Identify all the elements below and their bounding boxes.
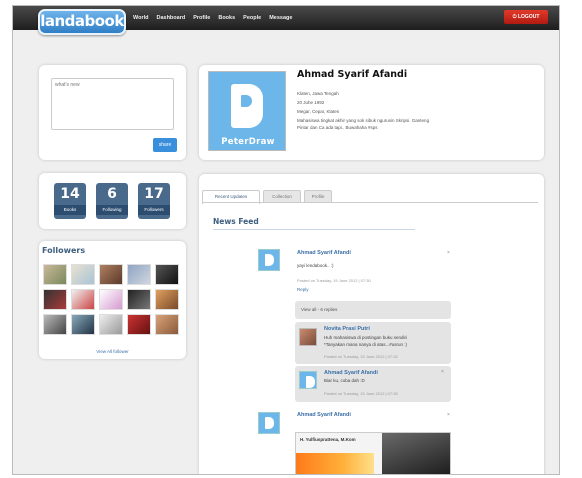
stat-books-label: Books <box>54 205 86 215</box>
post-text: yayi lendabook.. :) <box>297 263 334 268</box>
post-image-caption: H. Yulfiusprattena, M.Kom <box>300 437 356 442</box>
reply-text-line-1: Huh mahasiswa di postingan buku sendiri <box>324 335 408 340</box>
nav-world[interactable]: World <box>129 6 152 30</box>
follower-avatar[interactable] <box>99 289 123 310</box>
app-window: landabook World Dashboard Profile Books … <box>12 5 560 475</box>
reply-author[interactable]: Novita Prasi Putri <box>324 326 370 332</box>
avatar-label: PeterDraw <box>221 137 275 147</box>
reply-meta: Posted on Tuesday, 19 June 2012 | 07:35 <box>324 391 398 396</box>
reply-meta: Posted on Tuesday, 19 June 2012 | 07:32 <box>324 354 398 359</box>
stat-following[interactable]: 6 Following <box>96 183 128 219</box>
follower-avatar[interactable] <box>99 314 123 335</box>
stat-followers[interactable]: 17 Followers <box>138 183 170 219</box>
logout-label: LOGOUT <box>517 14 540 20</box>
follower-avatar[interactable] <box>155 264 179 285</box>
close-icon[interactable]: × <box>447 412 450 418</box>
post-author[interactable]: Ahmad Syarif Afandi <box>297 250 351 256</box>
follower-avatar[interactable] <box>127 289 151 310</box>
follower-avatar[interactable] <box>43 289 67 310</box>
follower-avatar[interactable] <box>71 314 95 335</box>
stat-following-label: Following <box>96 205 128 215</box>
reply-item: Ahmad Syarif Afandi × Biar ku, coba dah … <box>295 366 451 402</box>
news-feed-title: News Feed <box>213 217 259 226</box>
feed-card: Recent Updates Collection Profile News F… <box>199 174 544 474</box>
reply-text: Biar ku, coba dah :D <box>324 378 365 383</box>
reply-link[interactable]: Reply <box>297 287 309 292</box>
status-input[interactable] <box>51 78 174 130</box>
post-image[interactable]: H. Yulfiusprattena, M.Kom <box>295 432 451 474</box>
stat-books[interactable]: 14 Books <box>54 183 86 219</box>
nav-message[interactable]: Message <box>265 6 296 30</box>
nav-books[interactable]: Books <box>214 6 239 30</box>
avatar-p-logo <box>231 84 263 128</box>
logo[interactable]: landabook <box>38 9 126 35</box>
share-button[interactable]: share <box>153 138 177 152</box>
follower-avatar[interactable] <box>43 264 67 285</box>
follower-avatar[interactable] <box>127 314 151 335</box>
stat-followers-value: 17 <box>144 186 164 202</box>
nav-people[interactable]: People <box>239 6 265 30</box>
nav-profile[interactable]: Profile <box>189 6 214 30</box>
close-icon[interactable]: × <box>447 250 450 256</box>
reply-avatar[interactable] <box>299 328 317 346</box>
post-author-avatar[interactable] <box>258 249 280 271</box>
logout-button[interactable]: ⏻ LOGOUT <box>504 10 548 24</box>
news-feed-divider <box>213 229 415 230</box>
view-all-replies-bar[interactable]: View all - 6 replies <box>295 301 451 319</box>
profile-birthdate: 20 Juhe 1992 <box>297 100 325 105</box>
follower-avatar[interactable] <box>43 314 67 335</box>
follower-avatar[interactable] <box>155 289 179 310</box>
main-nav: World Dashboard Profile Books People Mes… <box>129 6 296 30</box>
reply-text-line-2: *Tanyakan mana nanya di atas...#usrun :) <box>324 342 408 347</box>
profile-avatar[interactable]: PeterDraw <box>208 71 286 151</box>
status-card: share <box>39 65 186 160</box>
followers-title: Followers <box>42 246 86 255</box>
stat-followers-label: Followers <box>138 205 170 215</box>
profile-card: PeterDraw Ahmad Syarif Afandi Klaten, Ja… <box>199 65 544 160</box>
climber-photo <box>382 433 450 474</box>
follower-avatar[interactable] <box>127 264 151 285</box>
tab-divider <box>202 202 538 203</box>
post-author-avatar[interactable] <box>258 412 280 434</box>
stat-following-value: 6 <box>107 186 117 202</box>
profile-bio-line-2: Pintar dan Ca ada tapi.. Buwahaha #sps <box>297 125 378 130</box>
stats-card: 14 Books 6 Following 17 Followers <box>39 173 186 229</box>
post-author[interactable]: Ahmad Syarif Afandi <box>297 412 351 418</box>
reply-item: Novita Prasi Putri Huh mahasiswa di post… <box>295 322 451 364</box>
profile-address: Megar, Cepar, Klaten <box>297 109 340 114</box>
reply-avatar[interactable] <box>299 371 317 389</box>
follower-avatar[interactable] <box>99 264 123 285</box>
view-all-followers-link[interactable]: View All follower <box>39 349 186 354</box>
profile-name: Ahmad Syarif Afandi <box>297 69 408 80</box>
book-cover-graphic <box>296 453 374 474</box>
follower-avatar[interactable] <box>71 264 95 285</box>
profile-location: Klaten, Jawa Tengah <box>297 91 339 96</box>
view-all-replies-label: View all - 6 replies <box>301 307 338 312</box>
top-navigation-bar: landabook World Dashboard Profile Books … <box>13 6 559 35</box>
nav-dashboard[interactable]: Dashboard <box>152 6 189 30</box>
post-meta: Posted on Tuesday, 19 June 2012 | 07:30 <box>297 278 371 283</box>
profile-bio-line-1: Mahasiswa tingkat akhir yang sok sibuk n… <box>297 118 430 123</box>
close-icon[interactable]: × <box>441 369 444 375</box>
follower-avatar[interactable] <box>71 289 95 310</box>
follower-avatar[interactable] <box>155 314 179 335</box>
stat-books-value: 14 <box>60 186 80 202</box>
reply-author[interactable]: Ahmad Syarif Afandi <box>324 370 378 376</box>
followers-card: Followers View All follower <box>39 241 186 359</box>
